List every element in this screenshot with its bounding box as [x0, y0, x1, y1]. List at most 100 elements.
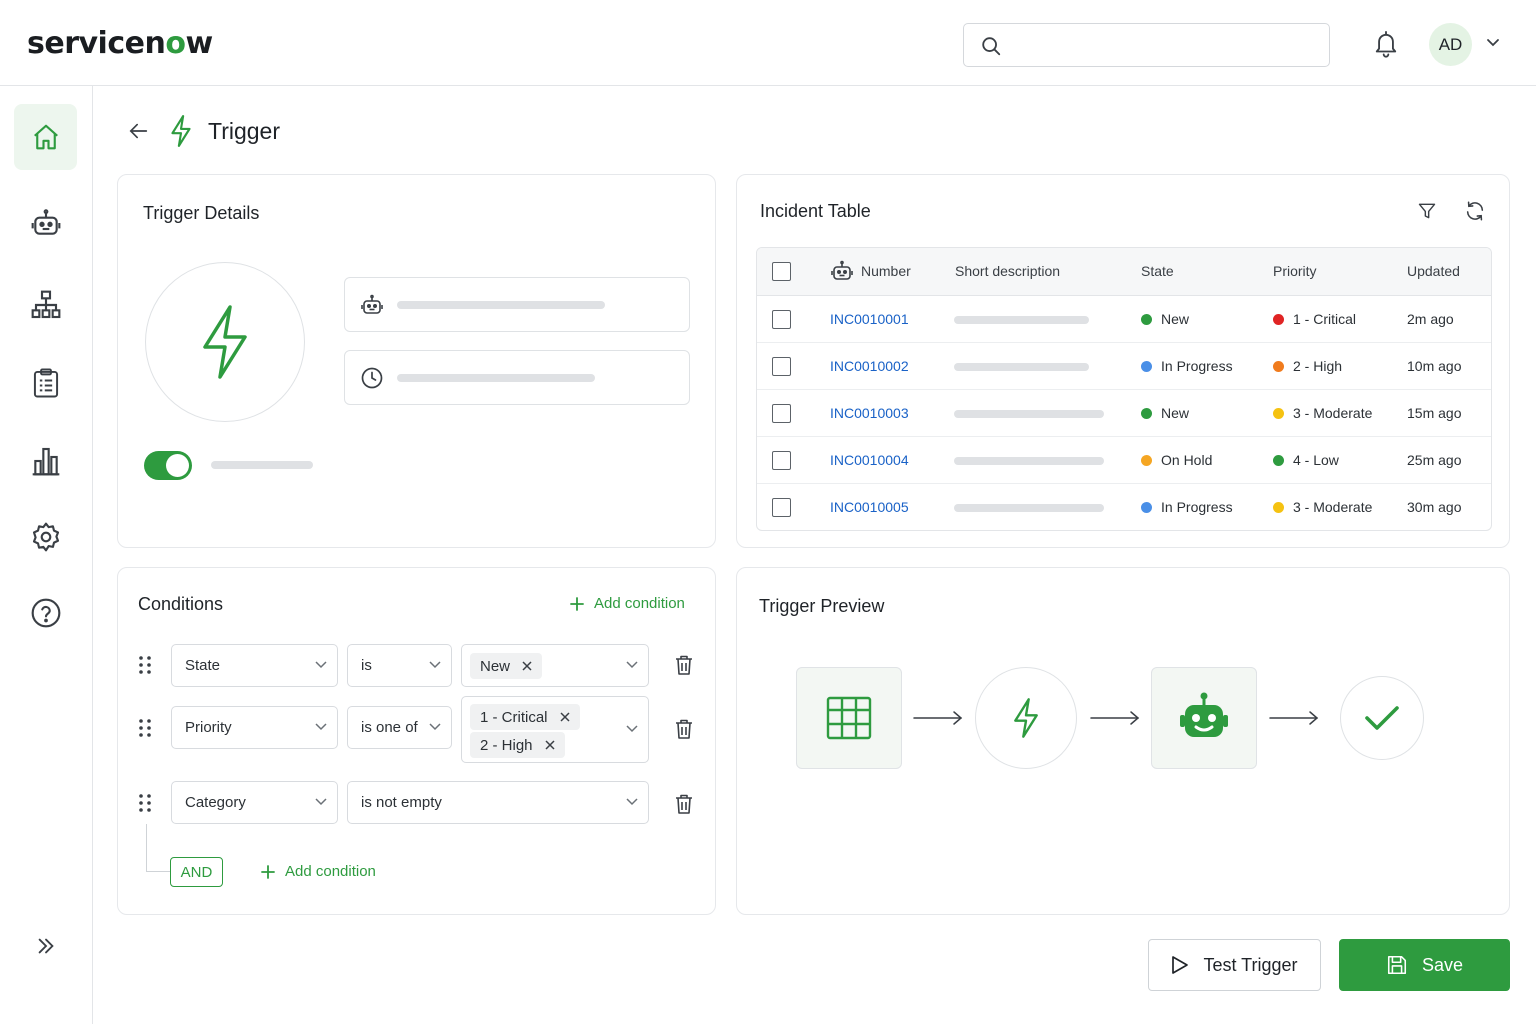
incident-number-link[interactable]: INC0010001 — [830, 311, 909, 327]
column-header-short-description[interactable]: Short description — [955, 263, 1060, 279]
drag-handle-icon[interactable] — [138, 655, 152, 675]
test-trigger-button[interactable]: Test Trigger — [1148, 939, 1321, 991]
select-value: Priority — [185, 719, 232, 736]
bolt-icon — [171, 115, 191, 147]
flow-arrow-icon — [1269, 711, 1319, 725]
incident-number-link[interactable]: INC0010005 — [830, 499, 909, 515]
button-label: Test Trigger — [1203, 954, 1298, 975]
table-row[interactable]: INC0010005 In Progress 3 - Moderate 30m … — [757, 484, 1491, 530]
logo-text-o: o — [165, 26, 186, 61]
add-condition-button-bottom[interactable]: Add condition — [261, 863, 376, 880]
incident-table-card: Incident Table Number Short description … — [736, 174, 1510, 548]
priority-dot — [1273, 455, 1284, 466]
close-icon[interactable] — [545, 740, 555, 750]
chevron-down-icon — [626, 725, 638, 733]
sidebar-item-hierarchy[interactable] — [14, 272, 77, 338]
table-row[interactable]: INC0010001 New 1 - Critical 2m ago — [757, 296, 1491, 343]
user-avatar[interactable]: AD — [1429, 23, 1472, 66]
page-title: Trigger — [208, 118, 280, 144]
chevron-down-icon[interactable] — [1486, 38, 1500, 48]
description-placeholder — [954, 504, 1104, 512]
trash-icon[interactable] — [674, 654, 694, 676]
drag-handle-icon[interactable] — [138, 793, 152, 813]
condition-operator-select[interactable]: is — [347, 644, 452, 687]
servicenow-logo[interactable]: servicenow — [27, 26, 213, 61]
select-all-checkbox[interactable] — [772, 262, 791, 281]
condition-value-multiselect[interactable]: 1 - Critical 2 - High — [461, 696, 649, 763]
state-dot — [1141, 455, 1152, 466]
trigger-icon-circle — [145, 262, 305, 422]
flow-arrow-icon — [913, 711, 963, 725]
card-title: Conditions — [138, 594, 224, 614]
trash-icon[interactable] — [674, 718, 694, 740]
column-header-state[interactable]: State — [1141, 263, 1174, 279]
state-label: In Progress — [1161, 499, 1233, 515]
chip-label: New — [480, 657, 511, 675]
condition-value-select[interactable]: New — [461, 644, 649, 687]
condition-field-select[interactable]: Priority — [171, 706, 338, 749]
save-button[interactable]: Save — [1339, 939, 1510, 991]
state-dot — [1141, 314, 1152, 325]
chevron-down-icon — [315, 798, 327, 806]
toggle-knob — [166, 454, 189, 477]
and-operator-button[interactable]: AND — [170, 857, 223, 887]
close-icon[interactable] — [559, 712, 570, 722]
column-header-updated[interactable]: Updated — [1407, 263, 1460, 279]
condition-operator-select[interactable]: is not empty — [347, 781, 649, 824]
row-checkbox[interactable] — [772, 310, 791, 329]
incident-number-link[interactable]: INC0010002 — [830, 358, 909, 374]
column-header-number[interactable]: Number — [861, 263, 911, 279]
trigger-details-card: Trigger Details — [117, 174, 716, 548]
select-value: is not empty — [361, 794, 442, 811]
trash-icon[interactable] — [674, 793, 694, 815]
schedule-field[interactable] — [344, 350, 690, 405]
trigger-preview-card: Trigger Preview — [736, 567, 1510, 915]
table-row[interactable]: INC0010003 New 3 - Moderate 15m ago — [757, 390, 1491, 437]
condition-operator-select[interactable]: is one of — [347, 706, 452, 749]
chevron-down-icon — [315, 723, 327, 731]
check-icon — [1365, 706, 1399, 730]
sidebar-item-settings[interactable] — [14, 504, 77, 570]
sidebar-expand-button[interactable] — [14, 913, 77, 979]
add-condition-button[interactable]: Add condition — [570, 595, 685, 612]
back-arrow-icon[interactable] — [128, 120, 150, 142]
priority-cell: 3 - Moderate — [1273, 405, 1372, 421]
updated-cell: 15m ago — [1407, 405, 1462, 421]
sidebar-item-agents[interactable] — [14, 190, 77, 256]
refresh-icon[interactable] — [1464, 200, 1486, 222]
filter-icon[interactable] — [1417, 201, 1437, 221]
preview-node-complete — [1340, 676, 1424, 760]
row-checkbox[interactable] — [772, 451, 791, 470]
condition-field-select[interactable]: Category — [171, 781, 338, 824]
table-row[interactable]: INC0010004 On Hold 4 - Low 25m ago — [757, 437, 1491, 484]
row-checkbox[interactable] — [772, 357, 791, 376]
select-value: Category — [185, 794, 246, 811]
description-placeholder — [954, 410, 1104, 418]
state-dot — [1141, 408, 1152, 419]
trigger-active-toggle[interactable] — [144, 451, 192, 480]
placeholder-bar — [211, 461, 313, 469]
sidebar-item-help[interactable] — [14, 580, 77, 646]
plus-icon — [570, 596, 584, 611]
sidebar-item-home[interactable] — [14, 104, 77, 170]
agent-field[interactable] — [344, 277, 690, 332]
table-row[interactable]: INC0010002 In Progress 2 - High 10m ago — [757, 343, 1491, 390]
priority-cell: 4 - Low — [1273, 452, 1339, 468]
notification-bell-icon[interactable] — [1372, 29, 1400, 59]
condition-field-select[interactable]: State — [171, 644, 338, 687]
column-header-priority[interactable]: Priority — [1273, 263, 1317, 279]
priority-dot — [1273, 314, 1284, 325]
search-input[interactable] — [963, 23, 1330, 67]
sidebar-item-reports[interactable] — [14, 428, 77, 494]
incident-number-link[interactable]: INC0010003 — [830, 405, 909, 421]
sidebar-item-tasks[interactable] — [14, 350, 77, 416]
home-icon — [33, 124, 58, 150]
row-checkbox[interactable] — [772, 404, 791, 423]
bolt-icon — [1014, 698, 1038, 738]
drag-handle-icon[interactable] — [138, 718, 152, 738]
state-cell: New — [1141, 311, 1189, 327]
close-icon[interactable] — [522, 661, 532, 671]
incident-number-link[interactable]: INC0010004 — [830, 452, 909, 468]
description-placeholder — [954, 363, 1089, 371]
row-checkbox[interactable] — [772, 498, 791, 517]
